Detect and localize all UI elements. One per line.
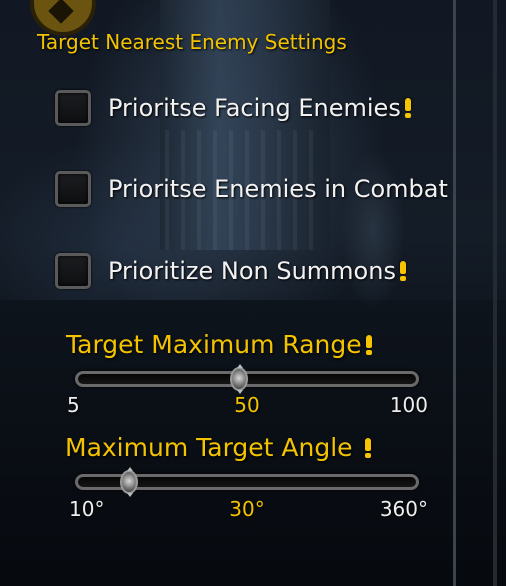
option-prioritise-enemies-in-combat[interactable]: Prioritse Enemies in Combat — [55, 169, 448, 209]
angle-slider-title: Maximum Target Angle — [65, 433, 374, 462]
range-max-label: 100 — [389, 393, 428, 417]
panel-divider — [453, 0, 456, 586]
scrollbar-track[interactable] — [493, 0, 497, 586]
range-slider-track[interactable] — [75, 364, 419, 394]
info-icon[interactable] — [397, 257, 409, 283]
option-label: Prioritse Facing Enemies — [108, 94, 401, 122]
option-label: Prioritize Non Summons — [108, 257, 396, 285]
checkbox-prioritise-facing-enemies[interactable] — [55, 90, 91, 126]
info-icon[interactable] — [402, 94, 414, 120]
angle-slider-label: Maximum Target Angle — [65, 433, 353, 462]
info-icon[interactable] — [363, 331, 375, 357]
checkbox-prioritize-non-summons[interactable] — [55, 253, 91, 289]
angle-slider-thumb[interactable] — [119, 467, 138, 497]
range-current-value: 50 — [234, 393, 260, 417]
section-title: Target Nearest Enemy Settings — [37, 30, 347, 54]
option-prioritize-non-summons[interactable]: Prioritize Non Summons — [55, 251, 409, 291]
checkbox-prioritise-enemies-in-combat[interactable] — [55, 171, 91, 207]
range-slider-thumb[interactable] — [229, 364, 248, 394]
range-min-label: 5 — [67, 393, 80, 417]
option-label: Prioritse Enemies in Combat — [108, 175, 448, 203]
character-silhouette — [335, 120, 410, 330]
info-icon[interactable] — [362, 434, 374, 460]
angle-min-label: 10° — [69, 497, 105, 521]
angle-slider-track[interactable] — [75, 467, 419, 497]
range-slider-label: Target Maximum Range — [66, 330, 362, 359]
range-slider-title: Target Maximum Range — [66, 330, 375, 359]
angle-current-value: 30° — [229, 497, 265, 521]
option-prioritise-facing-enemies[interactable]: Prioritse Facing Enemies — [55, 88, 414, 128]
angle-max-label: 360° — [379, 497, 428, 521]
